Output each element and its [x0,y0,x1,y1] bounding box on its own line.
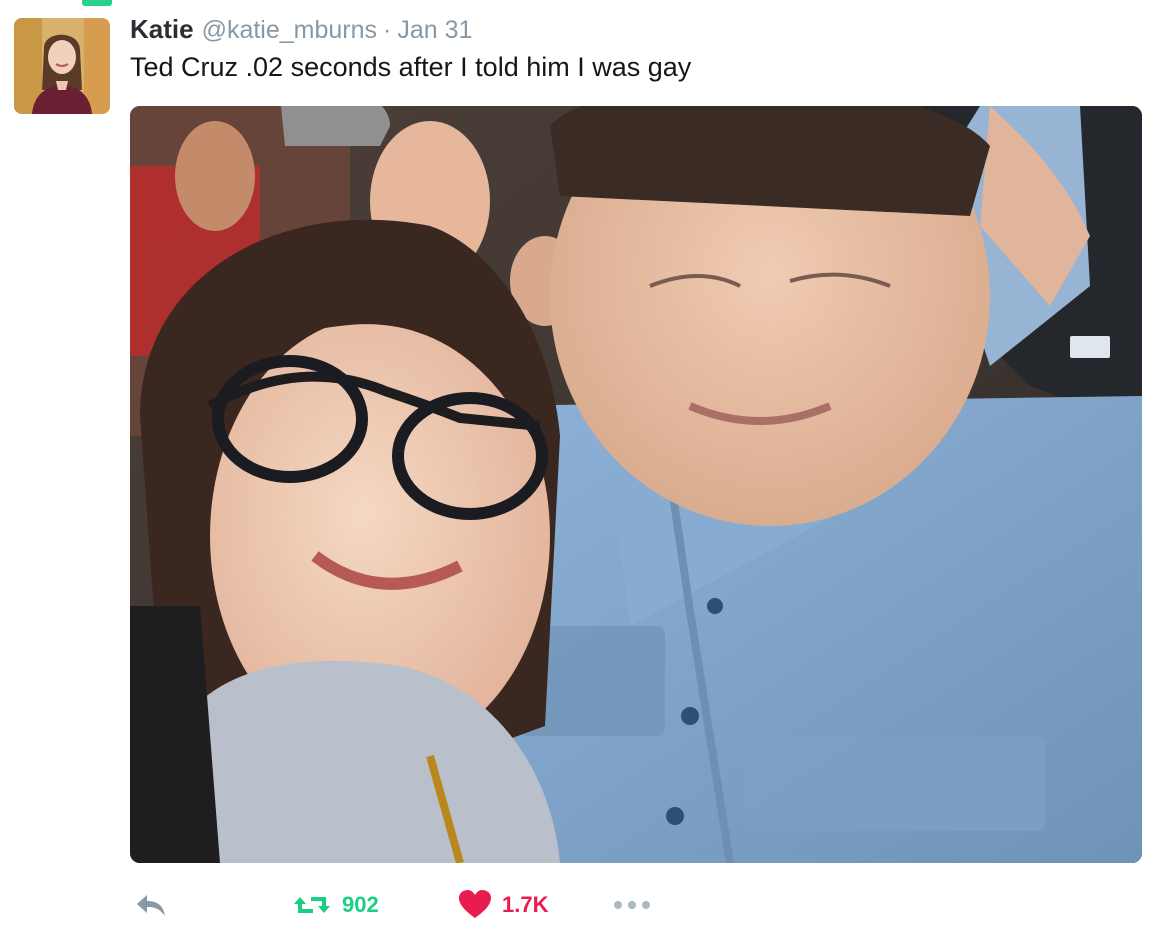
photo-selfie [130,106,1142,863]
retweet-button[interactable]: 902 [292,888,379,922]
more-options-button[interactable] [612,888,652,922]
heart-icon [459,890,491,918]
author-name[interactable]: Katie [130,14,194,45]
retweet-icon [294,897,330,913]
tweet-actions: 902 1.7K [130,880,1142,930]
retweet-count: 902 [342,892,379,917]
reply-arrow-icon [137,895,165,916]
avatar[interactable] [14,18,110,114]
like-count: 1.7K [502,892,549,917]
author-handle[interactable]: @katie_mburns [202,16,377,45]
tweet-date[interactable]: Jan 31 [397,16,472,45]
reply-button[interactable] [134,888,168,922]
like-button[interactable]: 1.7K [458,888,548,922]
tweet-header: Katie @katie_mburns · Jan 31 [130,14,472,48]
tweet-text: Ted Cruz .02 seconds after I told him I … [130,52,692,82]
avatar-image [14,18,110,114]
ellipsis-icon [614,901,650,909]
tweet-photo[interactable] [130,106,1142,863]
tweet: Katie @katie_mburns · Jan 31 Ted Cruz .0… [0,0,1160,936]
header-separator: · [383,16,392,44]
